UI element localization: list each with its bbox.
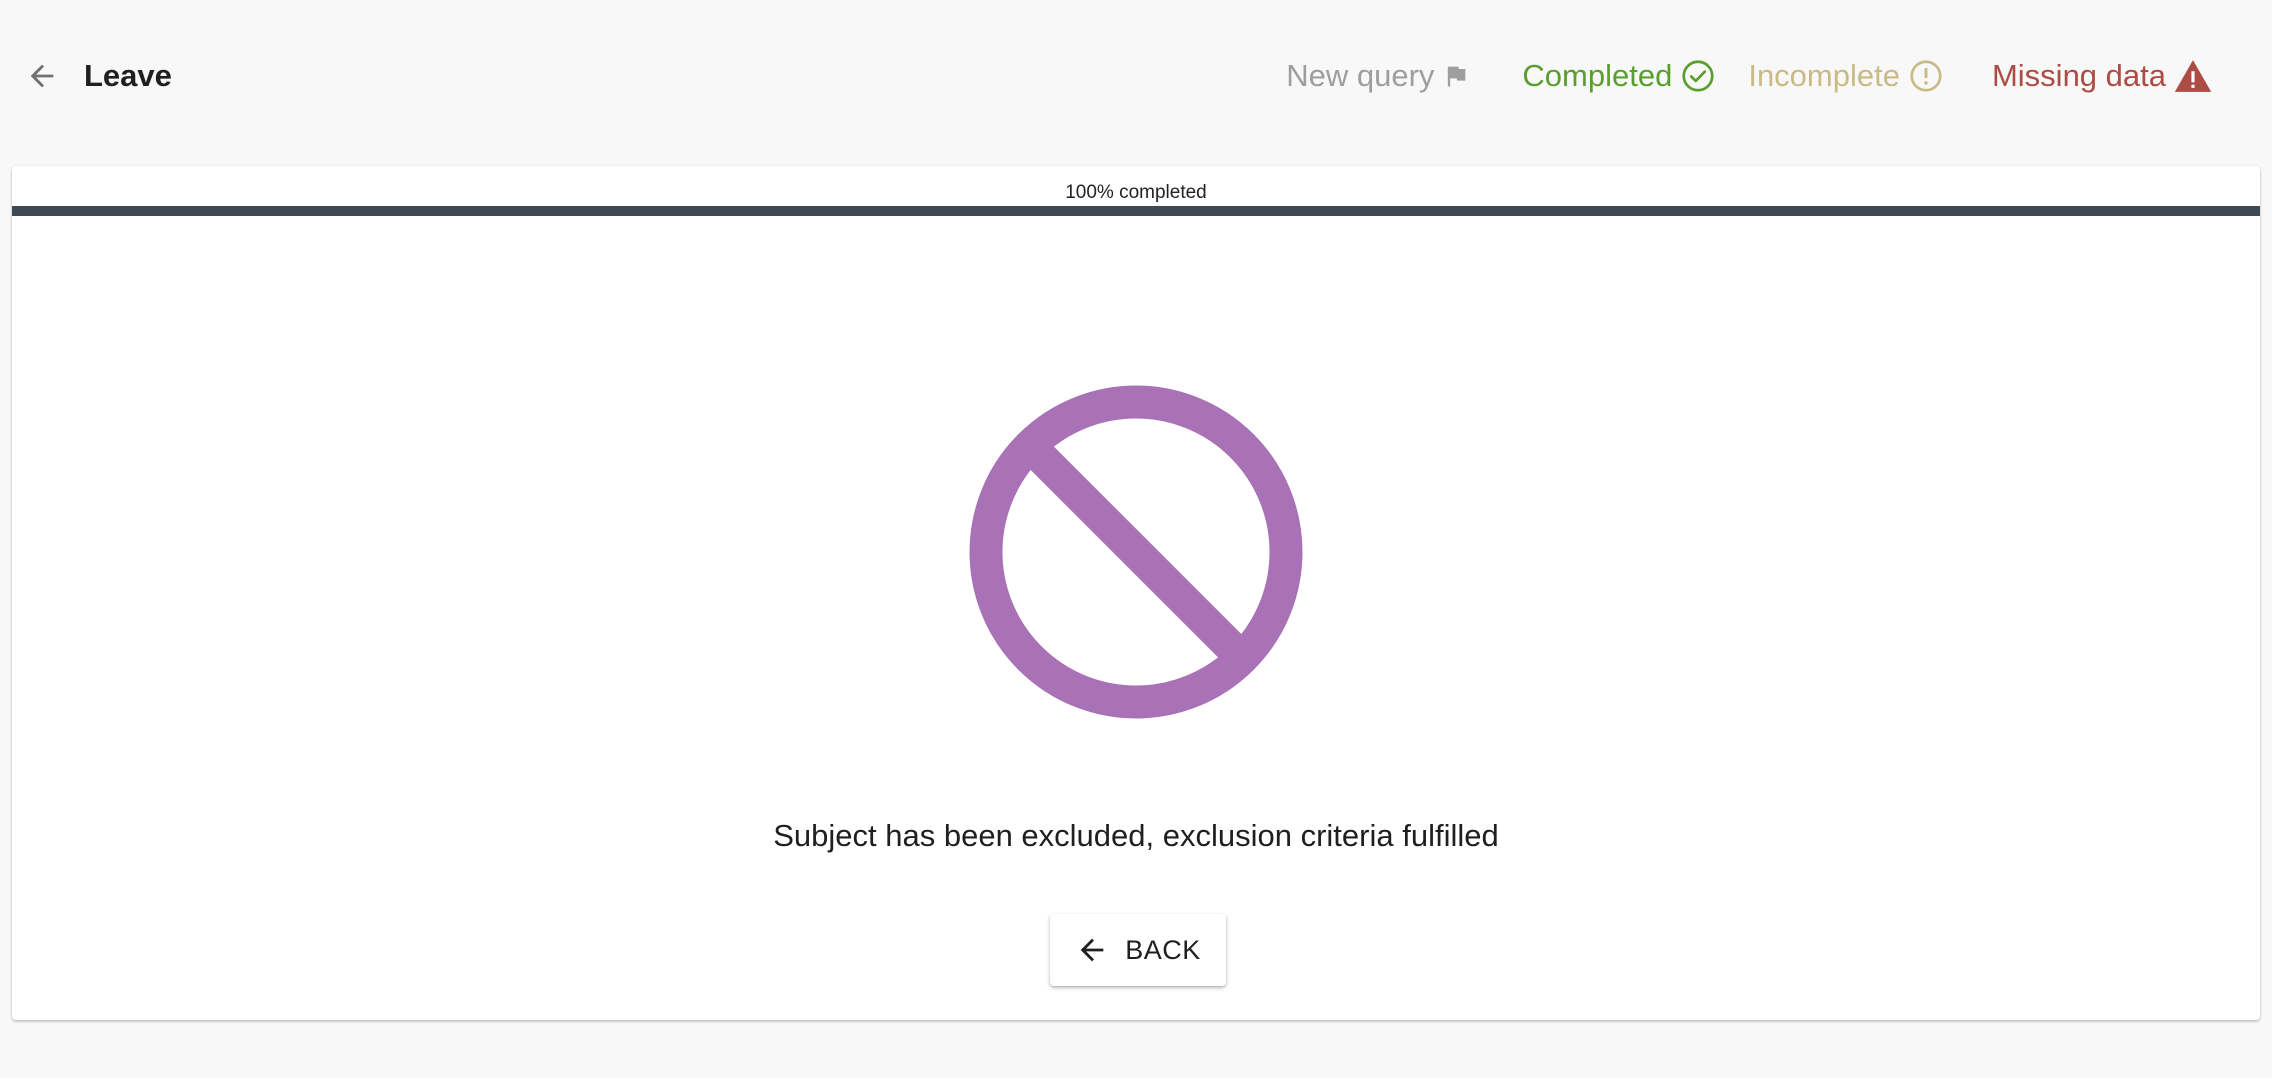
exclamation-circle-icon bbox=[1908, 58, 1944, 94]
back-button[interactable]: BACK bbox=[1050, 914, 1226, 986]
status-legend: New query Completed Incomplete Missing d… bbox=[1286, 58, 2212, 94]
top-bar: Leave New query Completed Incomplete Mis… bbox=[0, 0, 2272, 152]
status-missing-data-label: Missing data bbox=[1991, 58, 2166, 93]
warning-triangle-icon bbox=[2174, 58, 2212, 94]
progress-label: 100% completed bbox=[1065, 182, 1207, 203]
check-circle-icon bbox=[1680, 58, 1716, 94]
status-new-query-label: New query bbox=[1286, 58, 1435, 93]
status-completed-label: Completed bbox=[1522, 58, 1673, 93]
no-entry-icon bbox=[969, 385, 1303, 719]
back-button-label: BACK bbox=[1125, 934, 1201, 965]
status-new-query: New query bbox=[1286, 58, 1470, 94]
flag-icon bbox=[1442, 62, 1470, 90]
content-card: 100% completed Subject has been excluded… bbox=[12, 166, 2260, 1020]
arrow-left-icon bbox=[1075, 933, 1109, 967]
status-incomplete: Incomplete bbox=[1748, 58, 1944, 94]
exclusion-message: Subject has been excluded, exclusion cri… bbox=[773, 818, 1499, 853]
header-back-button[interactable] bbox=[22, 56, 62, 96]
status-missing-data: Missing data bbox=[1992, 58, 2212, 94]
page-title: Leave bbox=[84, 58, 172, 93]
arrow-left-icon bbox=[30, 64, 54, 88]
header-left: Leave bbox=[22, 56, 172, 96]
status-completed: Completed bbox=[1522, 58, 1716, 94]
progress-bar-fill bbox=[12, 206, 2260, 216]
status-incomplete-label: Incomplete bbox=[1748, 58, 1900, 93]
progress-bar bbox=[12, 206, 2260, 216]
